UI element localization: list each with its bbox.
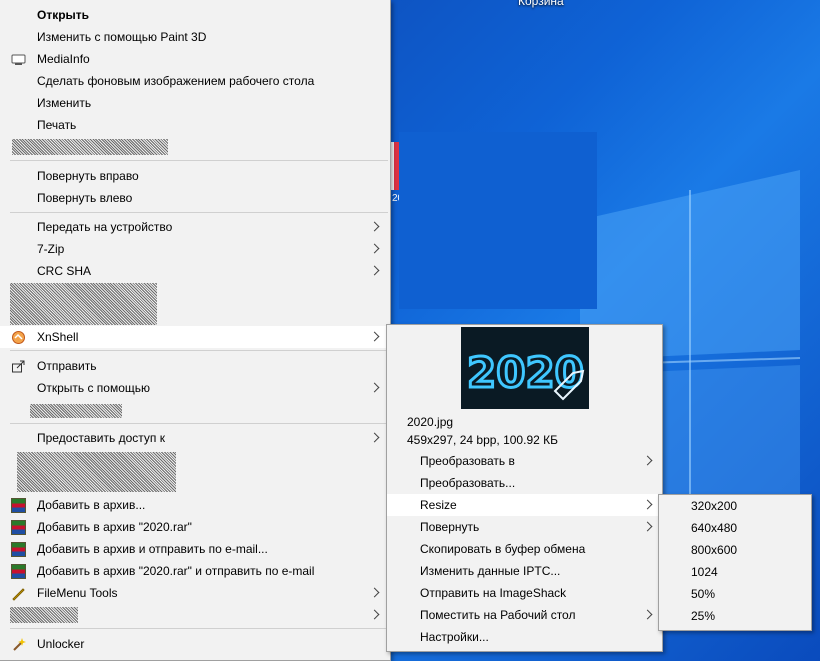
- xnshell-icon: [12, 331, 25, 344]
- xn-settings[interactable]: Настройки...: [387, 626, 662, 648]
- svg-text:2020: 2020: [467, 348, 584, 397]
- separator: [10, 628, 388, 629]
- winrar-icon: [11, 520, 26, 535]
- redacted-item: [12, 139, 168, 155]
- chevron-right-icon: [369, 238, 379, 260]
- resize-option[interactable]: 640x480: [659, 517, 811, 539]
- resize-option[interactable]: 1024: [659, 561, 811, 583]
- file-info: 459x297, 24 bpp, 100.92 КБ: [407, 433, 558, 447]
- menu-7zip[interactable]: 7-Zip: [0, 238, 389, 260]
- resize-option[interactable]: 800x600: [659, 539, 811, 561]
- filemenu-tools-icon: [12, 588, 25, 601]
- menu-rar-add-email[interactable]: Добавить в архив и отправить по e-mail..…: [0, 538, 389, 560]
- menu-rar-add-named[interactable]: Добавить в архив "2020.rar": [0, 516, 389, 538]
- menu-cast-to-device[interactable]: Передать на устройство: [0, 216, 389, 238]
- menu-rotate-left[interactable]: Повернуть влево: [0, 187, 389, 209]
- separator: [10, 160, 388, 161]
- image-preview: 2020: [461, 327, 589, 409]
- chevron-right-icon: [369, 216, 379, 238]
- chevron-right-icon: [369, 377, 379, 399]
- menu-edit-paint3d[interactable]: Изменить с помощью Paint 3D: [0, 26, 389, 48]
- separator: [10, 350, 388, 351]
- xn-place-desktop[interactable]: Поместить на Рабочий стол: [387, 604, 662, 626]
- menu-xnshell[interactable]: XnShell: [0, 326, 389, 348]
- chevron-right-icon: [369, 427, 379, 449]
- winrar-icon: [11, 498, 26, 513]
- menu-redacted-submenu[interactable]: [0, 604, 389, 626]
- resize-option[interactable]: 50%: [659, 583, 811, 605]
- chevron-right-icon: [642, 450, 652, 472]
- menu-share[interactable]: Отправить: [0, 355, 389, 377]
- resize-option[interactable]: 320x200: [659, 495, 811, 517]
- xn-copy-clipboard[interactable]: Скопировать в буфер обмена: [387, 538, 662, 560]
- chevron-right-icon: [369, 326, 379, 348]
- context-menu: Открыть Изменить с помощью Paint 3D Medi…: [0, 0, 391, 661]
- desktop-selection-tile: [399, 132, 597, 309]
- menu-mediainfo[interactable]: MediaInfo: [0, 48, 389, 70]
- menu-filemenu-tools[interactable]: FileMenu Tools: [0, 582, 389, 604]
- chevron-right-icon: [642, 516, 652, 538]
- winrar-icon: [11, 542, 26, 557]
- redacted-item: [17, 452, 176, 492]
- menu-edit[interactable]: Изменить: [0, 92, 389, 114]
- resize-submenu: 320x200 640x480 800x600 1024 50% 25%: [658, 494, 812, 631]
- unlocker-wand-icon: [13, 638, 26, 651]
- file-name: 2020.jpg: [407, 415, 454, 429]
- menu-give-access[interactable]: Предоставить доступ к: [0, 427, 389, 449]
- chevron-right-icon: [369, 260, 379, 282]
- mediainfo-icon: [11, 54, 26, 65]
- menu-crc-sha[interactable]: CRC SHA: [0, 260, 389, 282]
- xn-resize[interactable]: Resize: [387, 494, 662, 516]
- resize-option[interactable]: 25%: [659, 605, 811, 627]
- chevron-right-icon: [369, 582, 379, 604]
- menu-print[interactable]: Печать: [0, 114, 389, 136]
- menu-rar-add[interactable]: Добавить в архив...: [0, 494, 389, 516]
- desktop-icon-label[interactable]: Корзина: [518, 0, 564, 8]
- xn-convert[interactable]: Преобразовать...: [387, 472, 662, 494]
- menu-open-with[interactable]: Открыть с помощью: [0, 377, 389, 399]
- chevron-right-icon: [642, 494, 652, 516]
- winrar-icon: [11, 564, 26, 579]
- xn-edit-iptc[interactable]: Изменить данные IPTC...: [387, 560, 662, 582]
- menu-unlocker[interactable]: Unlocker: [0, 633, 389, 655]
- xn-send-imageshack[interactable]: Отправить на ImageShack: [387, 582, 662, 604]
- xnshell-submenu: 2020 2020.jpg 459x297, 24 bpp, 100.92 КБ…: [386, 324, 663, 652]
- redacted-item: [30, 404, 122, 418]
- menu-rotate-right[interactable]: Повернуть вправо: [0, 165, 389, 187]
- separator: [10, 212, 388, 213]
- redacted-item: [10, 283, 157, 325]
- menu-rar-add-named-email[interactable]: Добавить в архив "2020.rar" и отправить …: [0, 560, 389, 582]
- chevron-right-icon: [642, 604, 652, 626]
- share-icon: [12, 360, 25, 373]
- menu-set-wallpaper[interactable]: Сделать фоновым изображением рабочего ст…: [0, 70, 389, 92]
- redacted-label: [10, 607, 78, 623]
- menu-open[interactable]: Открыть: [0, 4, 389, 26]
- xn-convert-to[interactable]: Преобразовать в: [387, 450, 662, 472]
- separator: [10, 423, 388, 424]
- xn-rotate[interactable]: Повернуть: [387, 516, 662, 538]
- chevron-right-icon: [369, 604, 379, 626]
